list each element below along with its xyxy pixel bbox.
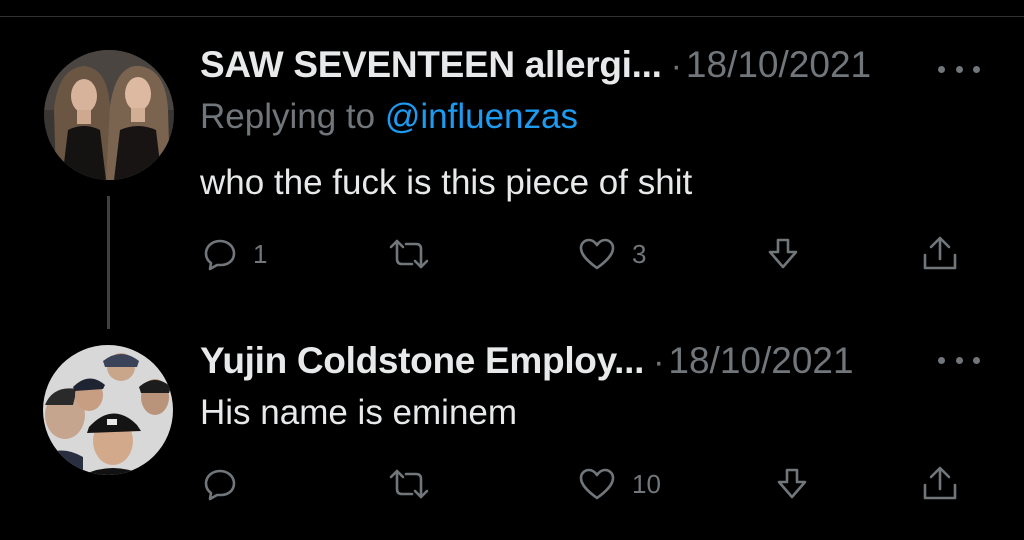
bookmark-download-button[interactable] xyxy=(775,464,809,504)
reply-button[interactable] xyxy=(203,464,253,504)
replying-prefix: Replying to xyxy=(200,97,385,136)
like-count: 3 xyxy=(632,238,647,269)
share-button[interactable] xyxy=(920,234,960,274)
share-button[interactable] xyxy=(920,464,960,504)
tweet-date[interactable]: 18/10/2021 xyxy=(686,44,871,86)
thread-connector-line xyxy=(107,196,110,329)
reply-button[interactable]: 1 xyxy=(203,234,267,274)
separator-dot: · xyxy=(670,47,682,85)
like-icon xyxy=(578,237,616,271)
retweet-button[interactable] xyxy=(387,464,447,504)
like-icon xyxy=(578,467,616,501)
bookmark-download-icon xyxy=(775,466,809,502)
more-icon[interactable] xyxy=(938,353,980,367)
display-name[interactable]: Yujin Coldstone Employ... xyxy=(200,340,644,382)
retweet-button[interactable] xyxy=(387,234,447,274)
share-icon xyxy=(920,235,960,273)
bookmark-download-button[interactable] xyxy=(766,234,800,274)
reply-icon xyxy=(203,237,237,271)
tweet-date[interactable]: 18/10/2021 xyxy=(668,340,853,382)
avatar[interactable] xyxy=(44,50,174,180)
tweet-header: SAW SEVENTEEN allergi... · 18/10/2021 xyxy=(200,44,871,88)
tweet-header: Yujin Coldstone Employ... · 18/10/2021 xyxy=(200,340,854,384)
retweet-icon xyxy=(387,237,431,271)
like-button[interactable]: 3 xyxy=(578,234,646,274)
reply-icon xyxy=(203,467,237,501)
replying-handle-link[interactable]: @influenzas xyxy=(385,97,578,136)
top-divider xyxy=(0,16,1024,17)
share-icon xyxy=(920,465,960,503)
replying-to: Replying to @influenzas xyxy=(200,97,578,137)
display-name[interactable]: SAW SEVENTEEN allergi... xyxy=(200,44,662,86)
bookmark-download-icon xyxy=(766,236,800,272)
separator-dot: · xyxy=(653,343,665,381)
avatar[interactable] xyxy=(43,345,173,475)
tweet-text: who the fuck is this piece of shit xyxy=(200,163,693,202)
like-count: 10 xyxy=(632,468,661,499)
retweet-icon xyxy=(387,467,431,501)
more-icon[interactable] xyxy=(938,62,980,76)
like-button[interactable]: 10 xyxy=(578,464,661,504)
reply-count: 1 xyxy=(253,238,268,269)
tweet-text: His name is eminem xyxy=(200,393,518,432)
